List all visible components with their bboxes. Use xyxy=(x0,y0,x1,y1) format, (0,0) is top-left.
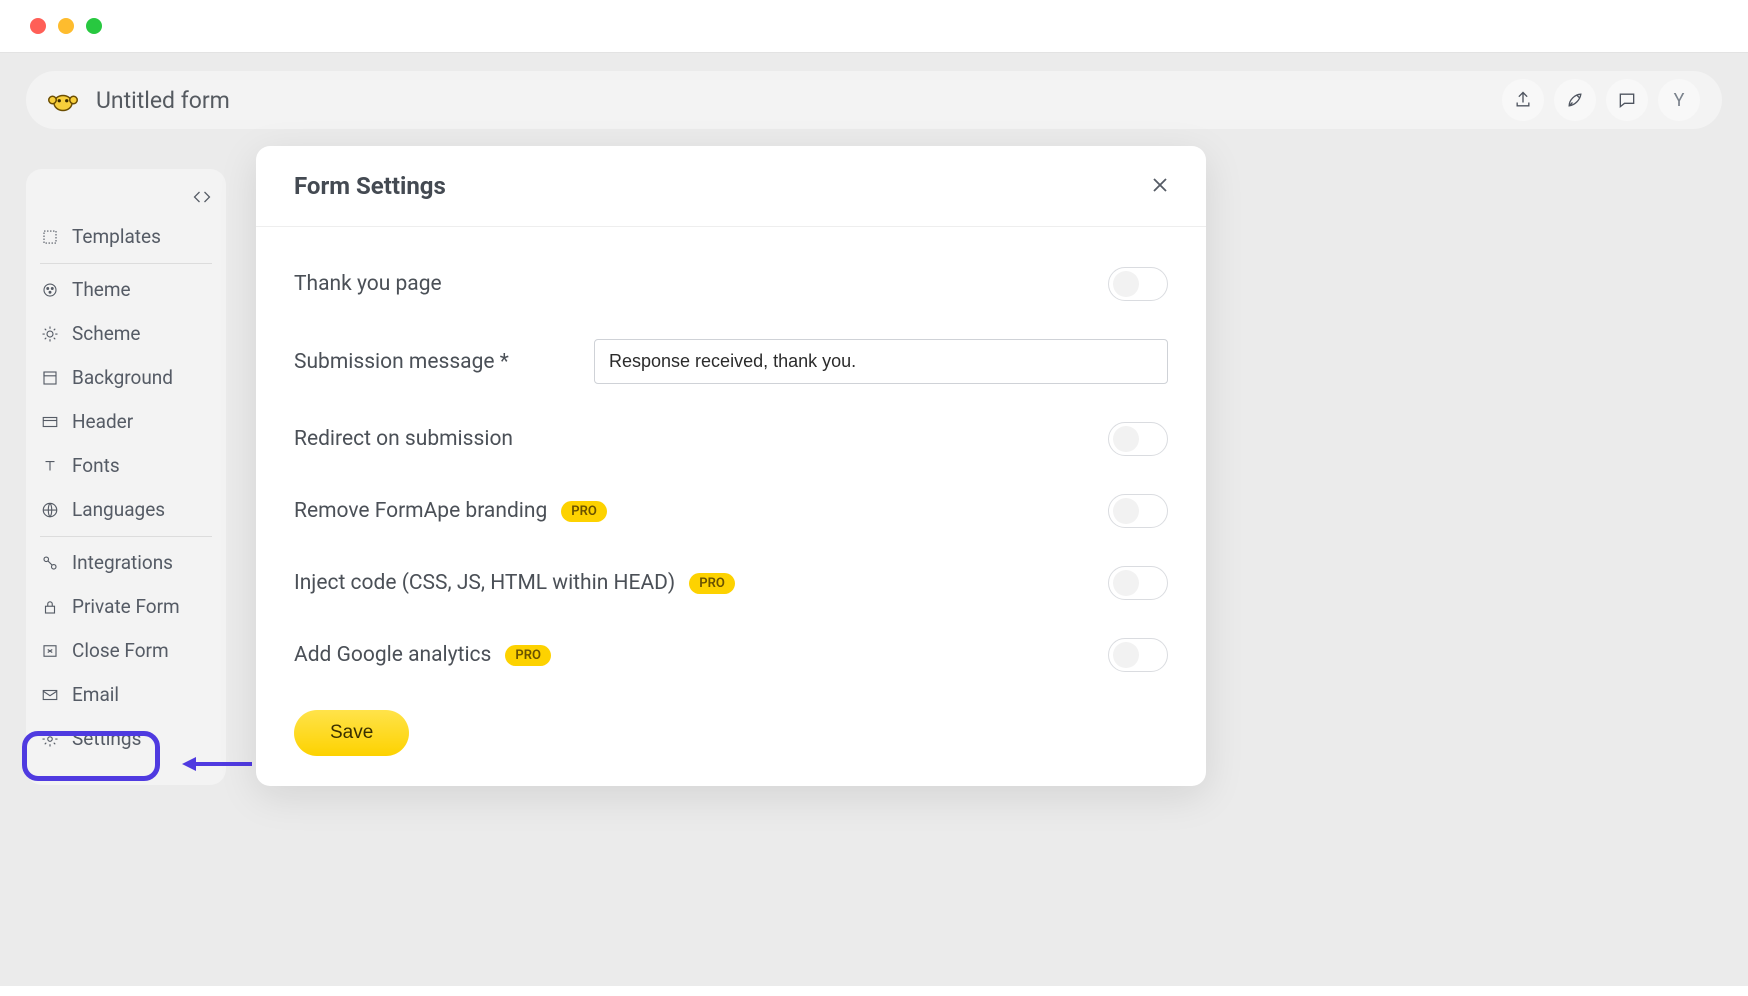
sidebar-item-label: Close Form xyxy=(72,639,169,662)
submission-message-label: Submission message * xyxy=(294,350,574,374)
sidebar-item-settings[interactable]: Settings xyxy=(26,717,226,761)
templates-icon xyxy=(40,228,60,246)
lock-icon xyxy=(40,598,60,616)
integrations-icon xyxy=(40,554,60,572)
avatar[interactable]: Y xyxy=(1658,79,1700,121)
form-title[interactable]: Untitled form xyxy=(96,87,230,114)
palette-icon xyxy=(40,281,60,299)
header-icon xyxy=(40,413,60,431)
thank-you-page-label: Thank you page xyxy=(294,272,442,296)
window-controls xyxy=(0,0,1748,52)
sidebar-item-label: Languages xyxy=(72,498,165,521)
share-button[interactable] xyxy=(1502,79,1544,121)
pro-badge: PRO xyxy=(561,501,607,522)
sidebar-item-label: Private Form xyxy=(72,595,180,618)
sidebar-item-label: Header xyxy=(72,410,133,433)
maximize-window-icon[interactable] xyxy=(86,18,102,34)
sidebar-item-label: Theme xyxy=(72,278,131,301)
comment-button[interactable] xyxy=(1606,79,1648,121)
inject-code-toggle[interactable] xyxy=(1108,566,1168,600)
modal-title: Form Settings xyxy=(294,172,446,200)
sidebar: Templates Theme Scheme Background Header xyxy=(26,169,226,785)
sidebar-item-label: Background xyxy=(72,366,173,389)
sun-icon xyxy=(40,325,60,343)
sidebar-item-languages[interactable]: Languages xyxy=(26,488,226,532)
sidebar-item-scheme[interactable]: Scheme xyxy=(26,312,226,356)
sidebar-item-background[interactable]: Background xyxy=(26,356,226,400)
background-icon xyxy=(40,369,60,387)
sidebar-item-close-form[interactable]: Close Form xyxy=(26,629,226,673)
type-icon xyxy=(40,457,60,475)
sidebar-item-theme[interactable]: Theme xyxy=(26,268,226,312)
sidebar-item-fonts[interactable]: Fonts xyxy=(26,444,226,488)
sidebar-item-label: Templates xyxy=(72,225,161,248)
formape-logo-icon xyxy=(48,87,78,113)
gear-icon xyxy=(40,730,60,748)
app-surface: Untitled form Y Templates xyxy=(0,52,1748,986)
sidebar-item-header[interactable]: Header xyxy=(26,400,226,444)
sidebar-item-private-form[interactable]: Private Form xyxy=(26,585,226,629)
pro-badge: PRO xyxy=(689,573,735,594)
sidebar-item-integrations[interactable]: Integrations xyxy=(26,541,226,585)
mail-icon xyxy=(40,686,60,704)
google-analytics-label: Add Google analytics xyxy=(294,643,491,667)
topbar: Untitled form Y xyxy=(26,71,1722,129)
sidebar-item-label: Fonts xyxy=(72,454,120,477)
sidebar-item-label: Integrations xyxy=(72,551,173,574)
remove-branding-toggle[interactable] xyxy=(1108,494,1168,528)
close-form-icon xyxy=(40,642,60,660)
sidebar-item-label: Scheme xyxy=(72,322,141,345)
globe-icon xyxy=(40,501,60,519)
form-settings-modal: Form Settings Thank you page Submission … xyxy=(256,146,1206,786)
pro-badge: PRO xyxy=(505,645,551,666)
close-window-icon[interactable] xyxy=(30,18,46,34)
launch-button[interactable] xyxy=(1554,79,1596,121)
code-toggle-button[interactable] xyxy=(26,183,226,215)
submission-message-input[interactable] xyxy=(594,339,1168,384)
redirect-toggle[interactable] xyxy=(1108,422,1168,456)
close-icon[interactable] xyxy=(1152,174,1168,198)
inject-code-label: Inject code (CSS, JS, HTML within HEAD) xyxy=(294,571,675,595)
sidebar-item-label: Email xyxy=(72,683,119,706)
thank-you-page-toggle[interactable] xyxy=(1108,267,1168,301)
sidebar-item-label: Settings xyxy=(72,727,141,750)
save-button[interactable]: Save xyxy=(294,710,409,756)
remove-branding-label: Remove FormApe branding xyxy=(294,499,547,523)
minimize-window-icon[interactable] xyxy=(58,18,74,34)
redirect-label: Redirect on submission xyxy=(294,427,513,451)
google-analytics-toggle[interactable] xyxy=(1108,638,1168,672)
sidebar-item-templates[interactable]: Templates xyxy=(26,215,226,259)
sidebar-item-email[interactable]: Email xyxy=(26,673,226,717)
